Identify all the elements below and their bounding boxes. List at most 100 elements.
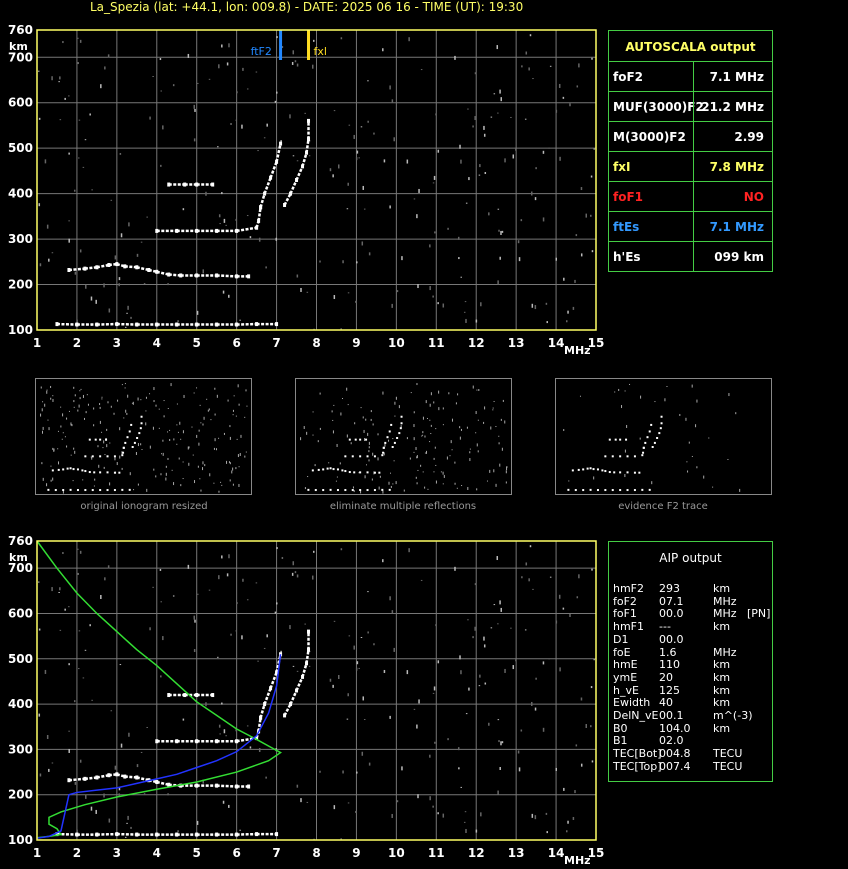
thumb-trace-point [604,455,607,458]
noise-speck [228,554,230,559]
noise-speck [465,828,467,833]
thumb-speck [47,419,49,421]
aip-label: TEC[Bot] [613,747,662,761]
thumb-speck [180,438,182,440]
noise-speck [483,133,486,137]
noise-speck [226,573,229,577]
thumb-speck [393,460,395,462]
thumb-trace-point [130,423,133,426]
thumb-speck [364,438,366,442]
thumb-trace-point [381,454,384,457]
noise-speck [95,299,97,304]
noise-speck [84,649,87,651]
thumb-speck [121,384,123,386]
thumb-trace-point [139,427,142,430]
noise-speck [474,116,476,121]
aip-value: 110 [659,658,680,672]
thumb-speck [137,397,139,401]
noise-speck [79,759,82,763]
thumb-speck [131,402,133,404]
thumb-speck [370,410,372,413]
thumb-speck [618,388,620,391]
noise-speck [433,686,436,691]
thumb-speck [624,449,626,453]
noise-speck [160,601,162,603]
noise-speck [332,174,334,178]
thumb-trace-point [133,441,136,444]
x-tick-label: 5 [193,846,201,860]
thumb-speck [495,426,497,428]
noise-speck [219,733,221,735]
x-tick-label: 14 [548,846,565,860]
thumb-speck [145,396,147,399]
noise-speck [532,588,534,590]
noise-speck [363,208,366,210]
thumb-speck [145,410,147,412]
noise-speck [230,122,232,125]
aip-label: DelN_vE [613,709,659,722]
thumb-speck [48,427,50,431]
noise-speck [311,575,314,580]
noise-speck [442,813,445,818]
thumb-trace-point [126,436,129,439]
noise-speck [542,150,545,154]
thumb-trace-point [614,438,617,441]
thumb-speck [178,457,180,460]
x-tick-label: 10 [388,336,405,350]
aip-value: 40 [659,696,673,710]
noise-speck [162,636,164,641]
thumbnail-caption-original: original ionogram resized [80,501,208,512]
thumb-speck [409,457,411,460]
thumb-speck [365,464,367,466]
thumb-trace-point [353,471,356,474]
autoscala-row: fxI 7.8 MHz [609,151,772,182]
thumb-speck [176,424,178,426]
thumb-speck [417,469,419,471]
thumb-speck [332,419,334,421]
thumb-trace-point [351,489,354,492]
thumb-speck [624,474,626,478]
noise-speck [91,699,93,701]
thumb-trace-point [388,430,391,433]
noise-speck [368,762,371,766]
thumb-trace-point [113,489,116,492]
thumb-speck [319,392,321,395]
noise-speck [480,812,482,817]
thumb-speck [679,413,681,416]
trace-segment [136,266,150,272]
thumb-trace-point [81,469,84,472]
thumb-speck [109,482,111,486]
thumb-speck [629,383,631,385]
thumb-speck [229,425,231,428]
thumb-speck [106,444,108,448]
aip-unit: km [713,683,731,697]
noise-speck [249,236,252,239]
thumb-trace-point [307,488,310,491]
aip-value: 20 [659,670,673,684]
x-tick-label: 1 [33,336,41,350]
thumb-speck [82,394,84,398]
noise-speck [308,665,311,667]
thumb-speck [498,442,500,445]
thumb-speck [188,462,190,466]
thumb-speck [489,469,491,473]
thumb-speck [183,394,185,398]
thumb-speck [639,437,641,440]
y-tick-label: 100 [8,833,33,847]
noise-speck [555,109,558,113]
thumb-speck [64,436,66,438]
thumb-trace-point [382,451,385,454]
thumb-speck [52,398,54,402]
noise-speck [488,212,490,216]
noise-speck [467,619,469,621]
thumb-trace-point [388,488,391,491]
y-axis-unit: km [9,40,28,53]
thumb-speck [53,448,55,452]
noise-speck [497,112,499,114]
aip-unit: km [713,696,731,710]
noise-speck [228,43,230,48]
noise-speck [84,139,87,141]
noise-speck [265,266,267,269]
noise-speck [100,84,102,89]
thumb-speck [563,429,565,432]
